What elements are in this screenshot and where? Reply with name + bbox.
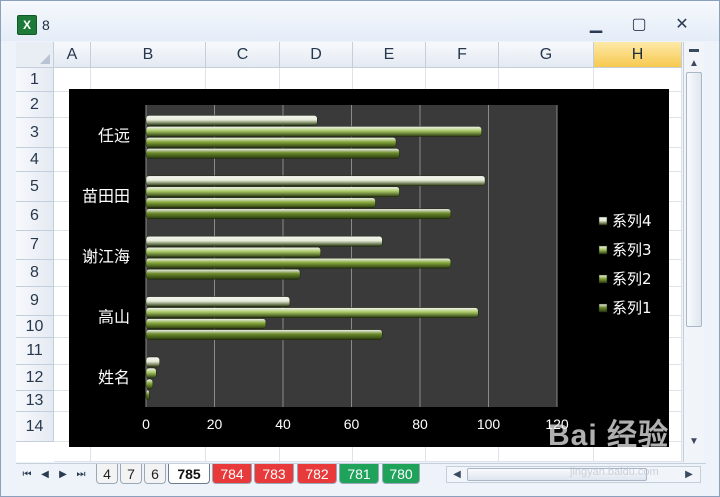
column-header-g[interactable]: G [499, 42, 594, 68]
bar-4-3 [145, 175, 486, 187]
bar-2-0 [145, 378, 154, 390]
bar-1-0 [145, 389, 150, 401]
excel-icon[interactable]: X [17, 15, 37, 35]
scroll-down-button[interactable]: ▼ [686, 434, 702, 450]
legend-label-3: 系列3 [612, 241, 652, 259]
bar-3-1 [145, 307, 479, 318]
bar-1-2 [145, 268, 301, 280]
category-label: 高山 [98, 307, 130, 326]
row-header-1[interactable]: 1 [16, 68, 54, 92]
row-header-13[interactable]: 13 [16, 391, 54, 412]
column-header-c[interactable]: C [206, 42, 280, 68]
worksheet-grid[interactable]: ABCDEFGH 1 2 3 4 5 6 7 8 9 10 11 12 13 14 0 20 40 60 80 10… [16, 42, 682, 462]
row-header-10[interactable]: 10 [16, 316, 54, 338]
bar-2-4 [145, 137, 397, 148]
legend-label-2: 系列2 [612, 270, 652, 288]
bar-2-3 [145, 197, 376, 209]
bar-3-0 [145, 367, 157, 379]
column-header-h[interactable]: H [594, 42, 682, 68]
legend-label-4: 系列4 [612, 212, 652, 230]
last-sheet-icon[interactable]: ⏭ [74, 467, 88, 483]
watermark-logo: Bai 经验 [548, 419, 670, 452]
watermark-url: jingyan.baidu.com [570, 466, 659, 478]
row-header-11[interactable]: 11 [16, 338, 54, 365]
next-sheet-icon[interactable]: ▶ [56, 467, 70, 483]
column-header-f[interactable]: F [426, 42, 499, 68]
row-header-12[interactable]: 12 [16, 365, 54, 391]
sheet-tab-6[interactable]: 6 [144, 464, 166, 484]
row-gridline [54, 461, 682, 462]
sheet-tab-782[interactable]: 782 [297, 464, 337, 484]
bar-3-2 [145, 246, 321, 258]
first-sheet-icon[interactable]: ⏮ [20, 467, 34, 483]
x-tick-label: 0 [142, 416, 150, 432]
sheet-tab-780[interactable]: 780 [382, 464, 420, 484]
x-tick-label: 100 [477, 416, 501, 432]
legend-swatch-2 [598, 274, 608, 284]
category-label: 谢江海 [82, 247, 130, 266]
category-label: 姓名 [98, 368, 130, 387]
sheet-tab-781[interactable]: 781 [339, 464, 379, 484]
column-gridline [681, 68, 682, 462]
category-label: 苗田田 [82, 187, 130, 206]
bar-4-4 [145, 115, 318, 126]
category-label: 任远 [98, 126, 130, 145]
scroll-left-button[interactable]: ◀ [449, 467, 465, 483]
row-header-4[interactable]: 4 [16, 148, 54, 172]
bar-chart[interactable]: 0 20 40 60 80 100 120姓名高山谢江海苗田田任远系列4系列3系列2系列1 [69, 89, 669, 447]
bar-3-4 [145, 126, 482, 137]
bar-2-2 [145, 257, 452, 269]
legend-swatch-1 [598, 303, 608, 313]
row-header-7[interactable]: 7 [16, 231, 54, 260]
row-header-6[interactable]: 6 [16, 202, 54, 231]
row-header-5[interactable]: 5 [16, 172, 54, 202]
close-button[interactable]: ✕ [670, 15, 694, 35]
bar-3-3 [145, 186, 400, 198]
sheet-tab-785[interactable]: 785 [168, 464, 210, 484]
row-header-8[interactable]: 8 [16, 260, 54, 287]
legend-swatch-3 [598, 245, 608, 255]
window-title: 8 [42, 17, 50, 33]
column-header-a[interactable]: A [54, 42, 91, 68]
prev-sheet-icon[interactable]: ◀ [38, 467, 52, 483]
bar-1-4 [145, 148, 400, 159]
bar-1-1 [145, 329, 383, 340]
bar-4-1 [145, 296, 291, 307]
bar-2-1 [145, 318, 267, 329]
column-header-e[interactable]: E [353, 42, 426, 68]
sheet-tab-4[interactable]: 4 [96, 464, 118, 484]
bar-4-2 [145, 235, 383, 247]
x-tick-label: 80 [412, 416, 428, 432]
bar-1-3 [145, 208, 452, 220]
vertical-scrollbar[interactable]: ▬ ▲ ▼ [683, 42, 704, 462]
row-header-9[interactable]: 9 [16, 287, 54, 316]
sheet-tab-783[interactable]: 783 [254, 464, 294, 484]
title-bar: X 8 ▁ ▢ ✕ [1, 1, 719, 41]
column-header-b[interactable]: B [91, 42, 206, 68]
sheet-tab-7[interactable]: 7 [120, 464, 142, 484]
x-tick-label: 60 [344, 416, 360, 432]
column-header-d[interactable]: D [280, 42, 353, 68]
minimize-button[interactable]: ▁ [584, 15, 608, 35]
maximize-button[interactable]: ▢ [627, 15, 651, 35]
legend-swatch-4 [598, 216, 608, 226]
vertical-scroll-thumb[interactable] [686, 72, 702, 327]
row-header-2[interactable]: 2 [16, 92, 54, 118]
scroll-up-button[interactable]: ▲ [686, 56, 702, 72]
x-tick-label: 20 [207, 416, 223, 432]
scroll-right-button[interactable]: ▶ [681, 467, 697, 483]
sheet-tab-784[interactable]: 784 [212, 464, 252, 484]
row-header-14[interactable]: 14 [16, 412, 54, 442]
bar-4-0 [145, 356, 160, 368]
legend-label-1: 系列1 [612, 299, 652, 317]
row-header-3[interactable]: 3 [16, 118, 54, 148]
x-tick-label: 40 [275, 416, 291, 432]
select-all-button[interactable] [16, 42, 54, 68]
